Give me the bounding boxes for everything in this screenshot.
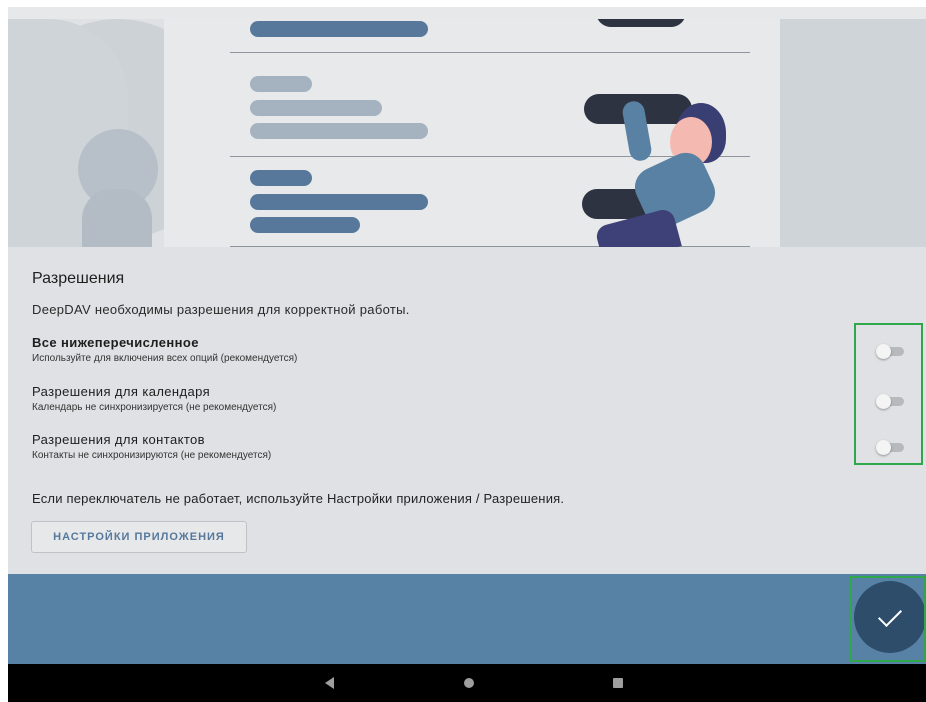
- illustration-bar: [250, 194, 428, 210]
- permission-sublabel: Контакты не синхронизируются (не рекомен…: [32, 450, 272, 461]
- status-strip: [8, 7, 926, 19]
- permission-item-calendar: Разрешения для календаря Календарь не си…: [32, 384, 276, 413]
- illustration-bar: [250, 217, 360, 233]
- illustration-card: [164, 19, 780, 247]
- permission-label: Разрешения для контактов: [32, 432, 205, 447]
- illustration-bg-right: [766, 19, 926, 247]
- permission-all-toggle[interactable]: [876, 344, 904, 359]
- toggle-thumb: [876, 344, 891, 359]
- illustration-bar: [250, 100, 382, 116]
- app-settings-button[interactable]: НАСТРОЙКИ ПРИЛОЖЕНИЯ: [31, 521, 247, 553]
- nav-home-button[interactable]: [449, 664, 489, 702]
- illustration-bar: [250, 170, 312, 186]
- page-title: Разрешения: [32, 270, 125, 287]
- bottom-bar: [8, 574, 926, 664]
- system-nav-bar: [8, 664, 926, 702]
- settings-hint: Если переключатель не работает, использу…: [32, 491, 565, 506]
- permission-label: Разрешения для календаря: [32, 384, 211, 399]
- permission-label: Все нижеперечисленное: [32, 335, 199, 350]
- permission-contacts-toggle[interactable]: [876, 440, 904, 455]
- illustration-bar: [250, 21, 428, 37]
- illustration-shape: [82, 189, 152, 247]
- app-screen: Разрешения DeepDAV необходимы разрешения…: [8, 7, 926, 702]
- page-description: DeepDAV необходимы разрешения для коррек…: [32, 302, 410, 317]
- permission-sublabel: Календарь не синхронизируется (не рекоме…: [32, 402, 277, 413]
- permission-item-all: Все нижеперечисленное Используйте для вк…: [32, 335, 297, 364]
- permissions-panel: Разрешения DeepDAV необходимы разрешения…: [8, 247, 926, 574]
- permission-calendar-toggle[interactable]: [876, 394, 904, 409]
- confirm-fab[interactable]: [854, 581, 926, 653]
- illustration-divider: [230, 52, 750, 53]
- nav-back-button[interactable]: [309, 664, 349, 702]
- back-triangle-icon: [324, 677, 334, 689]
- illustration-bar: [250, 76, 312, 92]
- toggle-thumb: [876, 440, 891, 455]
- permission-sublabel: Используйте для включения всех опций (ре…: [32, 353, 298, 364]
- illustration-bar: [250, 123, 428, 139]
- nav-recents-button[interactable]: [598, 664, 638, 702]
- home-circle-icon: [464, 678, 474, 688]
- permissions-illustration: [8, 19, 926, 247]
- toggle-thumb: [876, 394, 891, 409]
- permission-item-contacts: Разрешения для контактов Контакты не син…: [32, 432, 271, 461]
- check-icon: [877, 602, 903, 628]
- recents-square-icon: [613, 678, 623, 688]
- illustration-pill: [596, 19, 686, 27]
